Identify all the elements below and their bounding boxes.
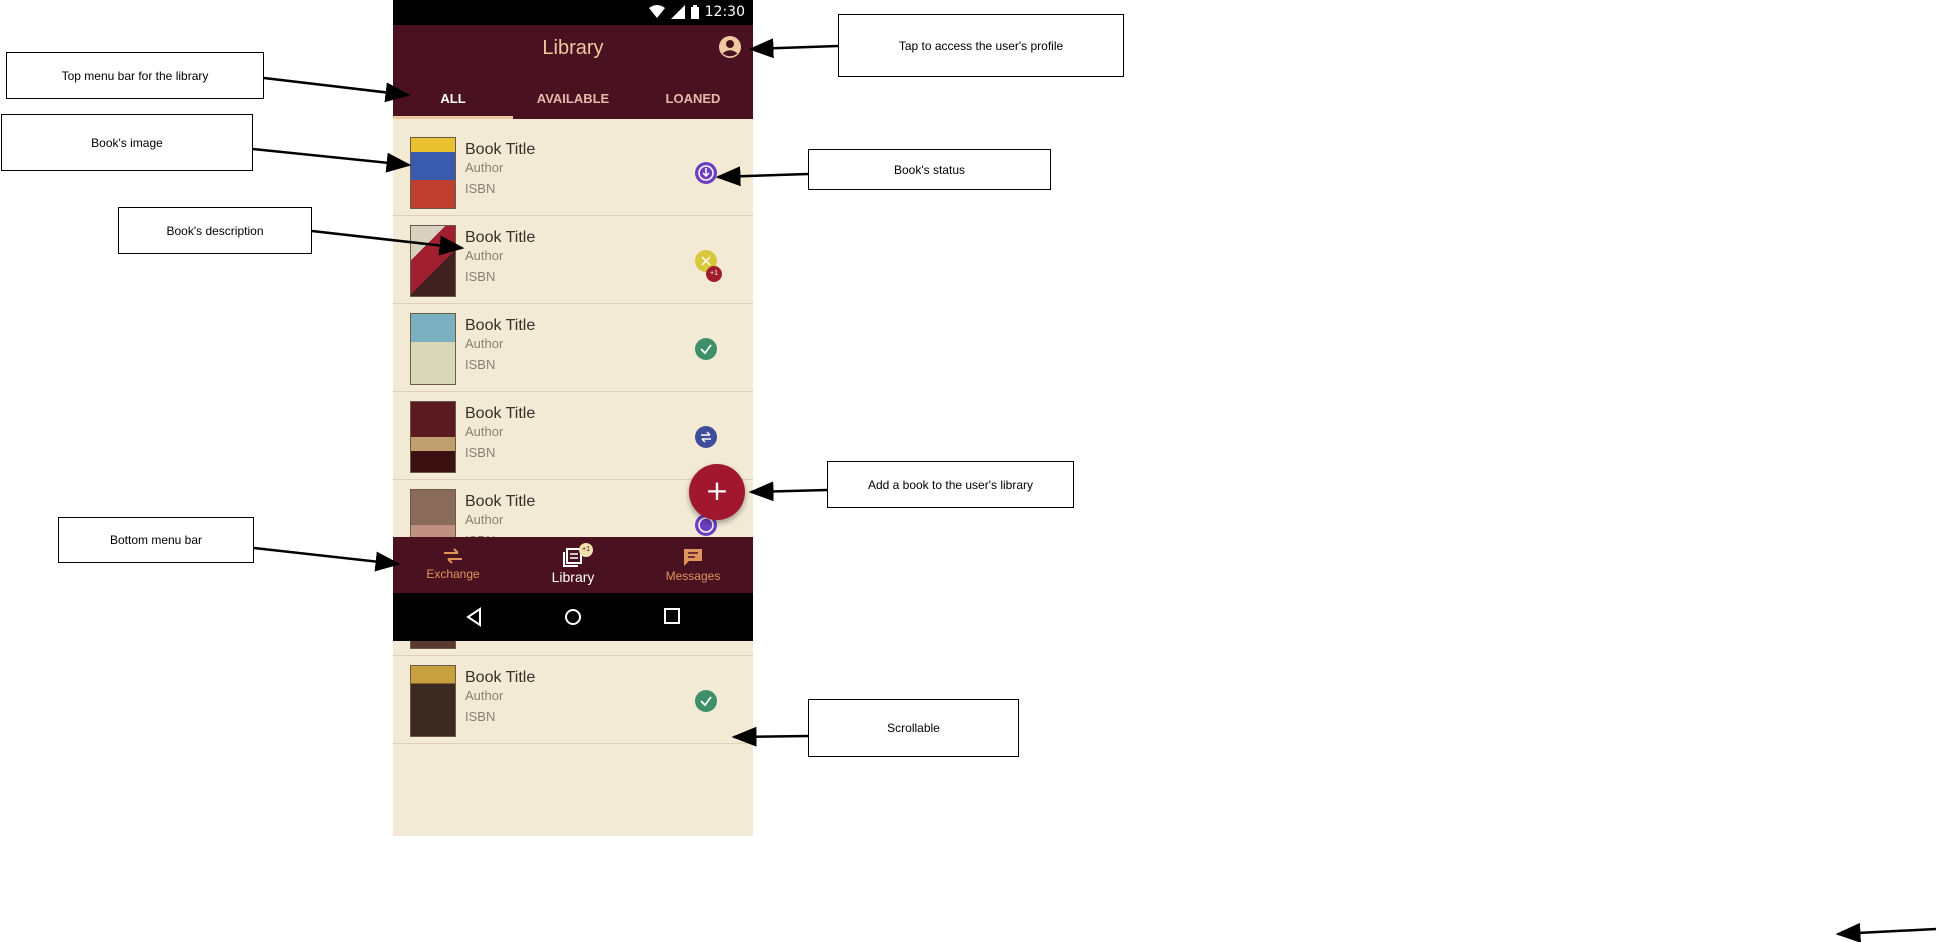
book-title: Book Title	[465, 229, 536, 246]
signal-icon	[670, 5, 685, 19]
annotation-scrollable: Scrollable	[808, 699, 1019, 757]
book-title: Book Title	[465, 405, 536, 422]
book-title: Book Title	[465, 141, 536, 158]
exchange-status-icon[interactable]	[694, 425, 718, 449]
library-badge: +1	[579, 543, 593, 557]
tab-all[interactable]: ALL	[393, 82, 513, 119]
system-navigation-bar	[393, 593, 753, 641]
book-cover-image	[410, 665, 456, 737]
book-cover-image	[410, 313, 456, 385]
book-title: Book Title	[465, 669, 536, 686]
check-status-icon[interactable]	[694, 337, 718, 361]
book-author: Author	[465, 160, 504, 175]
bottom-menu-bar: Exchange Library Messages +1	[393, 537, 753, 593]
nav-messages-label: Messages	[665, 569, 721, 583]
app-title: Library	[542, 37, 604, 59]
add-book-button[interactable]: +	[689, 464, 745, 520]
annotation-book-image: Book's image	[1, 114, 253, 171]
annotation-book-description: Book's description	[118, 207, 312, 254]
phone-screen: 12:30 Library ALL AVAILABLE LOANED Book …	[393, 0, 753, 836]
book-author: Author	[465, 512, 504, 527]
annotation-profile: Tap to access the user's profile	[838, 14, 1124, 77]
book-isbn: ISBN	[465, 357, 496, 372]
book-cover-image	[410, 137, 456, 209]
back-icon[interactable]	[465, 607, 483, 627]
annotation-status: Book's status	[808, 149, 1051, 190]
nav-messages[interactable]: Messages	[633, 537, 753, 593]
home-icon[interactable]	[563, 607, 583, 627]
check-status-icon[interactable]	[694, 689, 718, 713]
book-isbn: ISBN	[465, 709, 496, 724]
book-title: Book Title	[465, 317, 536, 334]
annotation-add-book: Add a book to the user's library	[827, 461, 1074, 508]
book-title: Book Title	[465, 493, 536, 510]
book-row[interactable]: Book Title Author ISBN	[393, 304, 753, 392]
annotation-bottom-menu: Bottom menu bar	[58, 517, 254, 563]
status-badge: +1	[706, 266, 722, 282]
download-status-icon[interactable]	[694, 161, 718, 185]
book-row[interactable]: Book Title Author ISBN	[393, 392, 753, 480]
book-author: Author	[465, 248, 504, 263]
nav-library[interactable]: Library	[513, 537, 633, 593]
account-circle-icon[interactable]	[718, 35, 742, 59]
tab-loaned[interactable]: LOANED	[633, 82, 753, 119]
book-row[interactable]: Book Title Author ISBN	[393, 128, 753, 216]
tab-available[interactable]: AVAILABLE	[513, 82, 633, 119]
recents-icon[interactable]	[663, 607, 681, 625]
top-menu-bar: Library ALL AVAILABLE LOANED	[393, 25, 753, 119]
wifi-icon	[648, 5, 665, 18]
nav-exchange[interactable]: Exchange	[393, 537, 513, 593]
status-time: 12:30	[704, 4, 745, 20]
book-author: Author	[465, 424, 504, 439]
annotation-top-menu: Top menu bar for the library	[6, 52, 264, 99]
add-icon: +	[705, 474, 729, 507]
book-isbn: ISBN	[465, 181, 496, 196]
status-bar: 12:30	[393, 0, 753, 25]
tab-bar: ALL AVAILABLE LOANED	[393, 82, 753, 119]
book-cover-image	[410, 225, 456, 297]
battery-icon	[690, 5, 699, 19]
exchange-icon	[444, 548, 462, 564]
book-row[interactable]: Book Title Author ISBN +1	[393, 216, 753, 304]
book-author: Author	[465, 336, 504, 351]
book-row[interactable]: Book Title Author ISBN	[393, 656, 753, 744]
nav-exchange-label: Exchange	[426, 567, 480, 581]
book-isbn: ISBN	[465, 269, 496, 284]
message-icon	[684, 549, 702, 566]
book-isbn: ISBN	[465, 445, 496, 460]
book-cover-image	[410, 401, 456, 473]
book-list[interactable]: Book Title Author ISBN Book Title Author…	[393, 128, 753, 744]
nav-library-label: Library	[551, 569, 595, 585]
book-author: Author	[465, 688, 504, 703]
